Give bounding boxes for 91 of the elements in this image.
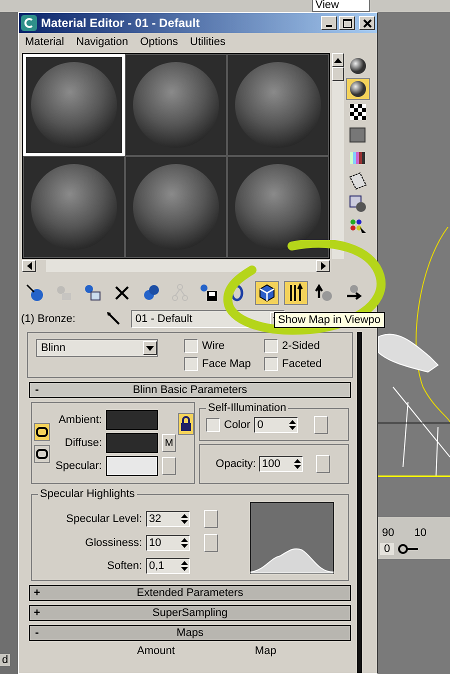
view-dropdown[interactable]: View xyxy=(312,0,370,12)
spheres-icon xyxy=(141,283,161,303)
sphere-icon-button[interactable] xyxy=(346,78,370,100)
cube-button[interactable] xyxy=(255,281,279,305)
map-slot-button[interactable] xyxy=(314,416,328,434)
field-label: Soften: xyxy=(106,560,142,572)
scroll-thumb[interactable] xyxy=(332,67,344,81)
up-arrow-icon xyxy=(334,58,342,62)
maximize-button[interactable] xyxy=(339,16,355,30)
rollout-header[interactable]: - Blinn Basic Parameters xyxy=(29,382,351,398)
opacity-label: Opacity: xyxy=(214,458,256,470)
map-slot-button[interactable] xyxy=(204,534,218,552)
material-label: (1) Bronze: xyxy=(21,313,76,325)
sample-slot[interactable] xyxy=(227,156,329,258)
panel-text: d xyxy=(0,654,10,666)
maximize-icon xyxy=(342,18,352,28)
rollout-header[interactable]: + Extended Parameters xyxy=(29,585,351,601)
spinner-field[interactable]: 100 xyxy=(259,456,303,472)
disk-icon xyxy=(199,283,219,303)
color-swatch[interactable] xyxy=(106,410,158,430)
rollout-header[interactable]: + SuperSampling xyxy=(29,605,351,621)
up-arrow-icon xyxy=(315,283,335,303)
color-label: Diffuse: xyxy=(64,437,102,449)
app-logo-icon xyxy=(21,15,37,31)
spinner-arrows-icon[interactable] xyxy=(181,560,188,572)
map-slot-button[interactable] xyxy=(162,457,176,475)
padlock-button[interactable] xyxy=(178,413,194,435)
spinner-arrows-icon[interactable] xyxy=(181,513,188,525)
vertical-scrollbar[interactable] xyxy=(332,53,344,259)
right-arrow-icon xyxy=(320,262,326,270)
sphere-box-icon xyxy=(83,283,103,303)
key-icon[interactable] xyxy=(398,543,418,555)
left-arrow-icon xyxy=(26,262,32,270)
menu-item[interactable]: Utilities xyxy=(190,36,226,48)
spinner-field[interactable]: 0,1 xyxy=(146,558,190,574)
tooltip: Show Map in Viewpo xyxy=(274,312,385,328)
field-label: Specular Level: xyxy=(65,513,142,525)
checkbox[interactable] xyxy=(184,339,198,353)
group-title: Specular Highlights xyxy=(39,488,136,500)
rollout-scrollbar[interactable] xyxy=(357,332,362,673)
ruler-label: 10 xyxy=(414,527,426,539)
padlock-icon xyxy=(179,416,193,432)
square-icon xyxy=(348,125,368,145)
down-arrow-icon xyxy=(146,346,154,350)
bars-button[interactable] xyxy=(284,281,308,305)
map-slot-button[interactable] xyxy=(204,510,218,528)
column-header: Map xyxy=(254,645,276,657)
window-title: Material Editor - 01 - Default xyxy=(41,16,201,30)
sphere-window-icon xyxy=(348,194,368,214)
spinner-field[interactable]: 10 xyxy=(146,535,190,551)
menu-item[interactable]: Navigation xyxy=(76,36,128,48)
close-icon xyxy=(362,18,372,28)
close-button[interactable] xyxy=(359,16,375,30)
checkbox-label: 2-Sided xyxy=(282,340,320,352)
spinner-field[interactable]: 32 xyxy=(146,511,190,527)
checker-icon xyxy=(348,102,368,122)
spinner-arrows-icon[interactable] xyxy=(289,419,296,431)
checkbox-label: Face Map xyxy=(202,358,251,370)
map-slot-button[interactable] xyxy=(316,455,330,473)
right-arrow-icon xyxy=(344,283,364,303)
map-button[interactable]: M xyxy=(162,434,176,452)
checkbox-label: Color xyxy=(224,419,250,431)
color-swatch[interactable] xyxy=(106,456,158,476)
spinner-arrows-icon[interactable] xyxy=(294,458,301,470)
frame-field[interactable]: 0 xyxy=(380,543,394,555)
spinner-field[interactable]: 0 xyxy=(254,417,298,433)
color-label: Specular: xyxy=(54,460,102,472)
spinner-arrows-icon[interactable] xyxy=(181,537,188,549)
sphere-icon xyxy=(348,56,368,76)
checkbox-label: Wire xyxy=(202,340,225,352)
minimize-button[interactable] xyxy=(321,16,337,30)
menu-item[interactable]: Options xyxy=(140,36,178,48)
sphere-icon xyxy=(348,79,368,99)
checkbox[interactable] xyxy=(206,418,220,432)
sphere-arrow-icon xyxy=(25,283,45,303)
horizontal-scrollbar[interactable] xyxy=(22,260,330,272)
checkbox[interactable] xyxy=(264,339,278,353)
color-label: Ambient: xyxy=(58,414,102,426)
cube-icon xyxy=(257,283,277,303)
color-swatch[interactable] xyxy=(106,433,158,453)
column-header: Amount xyxy=(137,645,175,657)
menu-item[interactable]: Material xyxy=(25,36,64,48)
field-label: Glossiness: xyxy=(84,537,142,549)
rollout-header[interactable]: - Maps xyxy=(29,625,351,641)
scroll-thumb[interactable] xyxy=(36,260,46,272)
shader-dropdown[interactable]: Blinn xyxy=(36,339,158,357)
checkbox[interactable] xyxy=(184,357,198,371)
ruler-label: 90 xyxy=(382,527,394,539)
group-title: Self-Illumination xyxy=(207,402,288,414)
checkbox[interactable] xyxy=(264,357,278,371)
checkbox-label: Faceted xyxy=(282,358,322,370)
